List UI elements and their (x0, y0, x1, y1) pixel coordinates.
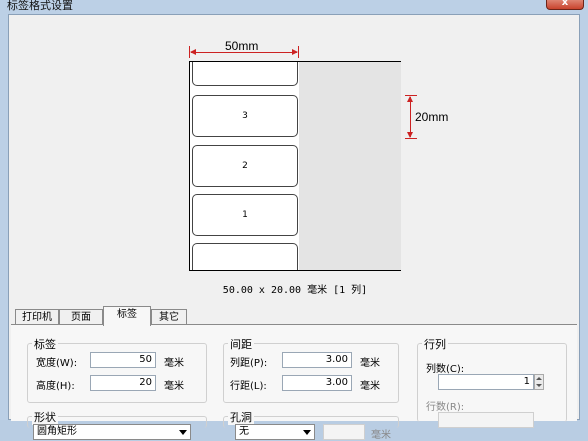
columns-count-label: 列数(C): (426, 364, 465, 375)
preview-label (192, 62, 298, 86)
columns-count-spinner[interactable] (534, 374, 544, 390)
tab-label[interactable]: 标签 (103, 306, 151, 326)
preview-label: 2 (192, 145, 298, 187)
shape-select[interactable]: 圆角矩形 (33, 424, 191, 440)
chevron-down-icon (303, 430, 311, 435)
width-input[interactable]: 50 (90, 352, 156, 368)
hole-group-title: 孔洞 (228, 409, 254, 425)
height-label: 高度(H): (36, 381, 75, 392)
tab-page[interactable]: 页面 (59, 309, 103, 325)
label-size-group: 标签 宽度(W): 50 毫米 高度(H): 20 毫米 (27, 336, 207, 403)
width-label: 宽度(W): (36, 358, 78, 369)
title-bar[interactable]: 标签格式设置 x (0, 0, 588, 14)
spacing-group: 间距 列距(P): 3.00 毫米 行距(L): 3.00 毫米 (223, 336, 399, 403)
spacing-group-title: 间距 (228, 336, 254, 352)
preview-label: 3 (192, 95, 298, 137)
row-gap-input[interactable]: 3.00 (282, 375, 352, 391)
row-gap-unit: 毫米 (360, 381, 380, 392)
hole-select[interactable]: 无 (235, 424, 315, 440)
preview-unused-area (299, 62, 401, 270)
column-gap-input[interactable]: 3.00 (282, 352, 352, 368)
height-unit: 毫米 (164, 381, 184, 392)
close-button[interactable]: x (546, 0, 584, 10)
shape-group-title: 形状 (32, 409, 58, 425)
rows-columns-group-title: 行列 (422, 336, 448, 352)
window-title: 标签格式设置 (7, 0, 73, 12)
rows-columns-group: 行列 列数(C): 1 行数(R): (417, 336, 567, 428)
dialog-client: 50mm 3 2 1 20mm 50.00 x 20.00 毫米 [1 列] 打… (8, 14, 580, 441)
label-preview: 3 2 1 (189, 61, 401, 271)
preview-label (192, 243, 298, 270)
height-input[interactable]: 20 (90, 375, 156, 391)
column-gap-unit: 毫米 (360, 358, 380, 369)
height-dimension-label: 20mm (415, 110, 449, 124)
label-size-caption: 50.00 x 20.00 毫米 [1 列] (222, 285, 368, 296)
dialog-window: 标签格式设置 x 50mm 3 2 1 20mm 50.00 x 20.00 毫… (0, 0, 588, 441)
width-dimension-label: 50mm (225, 39, 259, 53)
chevron-down-icon (179, 430, 187, 435)
hole-size-unit: 毫米 (371, 430, 391, 441)
tab-panel-label: 标签 宽度(W): 50 毫米 高度(H): 20 毫米 间距 列距(P): 3… (11, 324, 577, 441)
hole-select-value: 无 (239, 426, 249, 437)
rows-count-input (438, 412, 534, 428)
row-gap-label: 行距(L): (230, 381, 267, 392)
label-size-group-title: 标签 (32, 336, 58, 352)
hole-size-input (323, 424, 365, 440)
tab-other[interactable]: 其它 (151, 309, 187, 325)
columns-count-input[interactable]: 1 (438, 374, 534, 390)
tab-printer[interactable]: 打印机 (15, 309, 59, 325)
rows-count-label: 行数(R): (426, 402, 465, 413)
width-unit: 毫米 (164, 358, 184, 369)
shape-select-value: 圆角矩形 (37, 426, 77, 437)
preview-label: 1 (192, 194, 298, 236)
column-gap-label: 列距(P): (230, 358, 268, 369)
